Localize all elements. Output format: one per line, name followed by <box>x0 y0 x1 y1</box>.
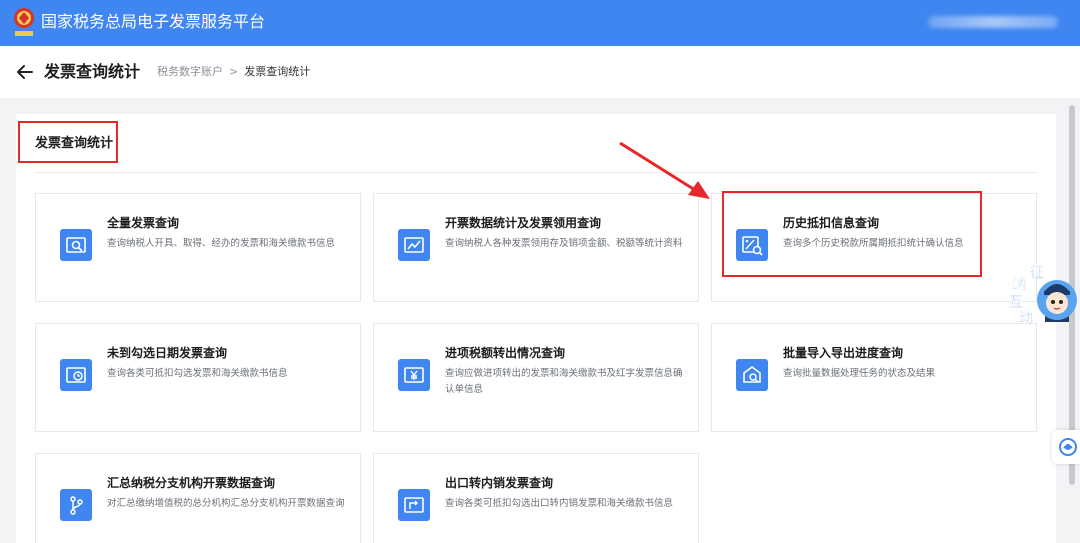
card-description: 查询各类可抵扣勾选发票和海关缴款书信息 <box>107 368 288 379</box>
top-bar: 国家税务总局电子发票服务平台 <box>0 0 1080 46</box>
annotation-highlight-card <box>722 191 982 277</box>
card-title: 汇总纳税分支机构开票数据查询 <box>107 476 276 490</box>
invoice-search-icon <box>60 229 92 261</box>
assistant-char: 征 <box>1030 265 1044 281</box>
branch-icon <box>60 489 92 521</box>
card-invoice-statistics[interactable]: 开票数据统计及发票领用查询 查询纳税人各种发票领用存及销项金额、税额等统计资料 <box>373 193 699 302</box>
customer-service-button[interactable] <box>1052 430 1080 464</box>
breadcrumb-item-current: 发票查询统计 <box>244 65 311 78</box>
card-branch-invoice-query[interactable]: 汇总纳税分支机构开票数据查询 对汇总缴纳增值税的总分机构汇总分支机构开票数据查询 <box>35 453 361 543</box>
card-description: 查询各类可抵扣勾选出口转内销发票和海关缴款书信息 <box>445 498 674 509</box>
card-input-tax-transfer-query[interactable]: 进项税额转出情况查询 查询应做进项转出的发票和海关缴款书及红字发票信息确认单信息 <box>373 323 699 432</box>
card-title: 全量发票查询 <box>107 216 180 230</box>
annotation-highlight-section <box>18 121 118 163</box>
tax-assistant-widget[interactable]: 征 纳 互 动 <box>1007 262 1080 328</box>
card-description: 对汇总缴纳增值税的总分机构汇总分支机构开票数据查询 <box>107 498 345 509</box>
card-pending-selection-query[interactable]: 未到勾选日期发票查询 查询各类可抵扣勾选发票和海关缴款书信息 <box>35 323 361 432</box>
user-info-blurred[interactable] <box>928 16 1058 28</box>
card-description: 查询应做进项转出的发票和海关缴款书及红字发票信息确认单信息 <box>445 368 683 395</box>
card-batch-progress-query[interactable]: 批量导入导出进度查询 查询批量数据处理任务的状态及结果 <box>711 323 1037 432</box>
arrow-left-icon[interactable] <box>15 62 35 82</box>
export-return-icon <box>398 489 430 521</box>
breadcrumb: 税务数字账户 > 发票查询统计 <box>157 65 310 79</box>
card-title: 出口转内销发票查询 <box>445 476 554 490</box>
customer-service-icon <box>1059 438 1077 456</box>
page-header: 发票查询统计 税务数字账户 > 发票查询统计 <box>0 46 1080 98</box>
invoice-clock-icon <box>60 359 92 391</box>
card-description: 查询纳税人开具、取得、经办的发票和海关缴款书信息 <box>107 238 336 249</box>
card-description: 查询纳税人各种发票领用存及销项金额、税额等统计资料 <box>445 238 683 249</box>
card-description: 查询批量数据处理任务的状态及结果 <box>783 368 936 379</box>
app-title: 国家税务总局电子发票服务平台 <box>41 12 266 31</box>
assistant-char: 动 <box>1019 311 1033 327</box>
card-full-invoice-query[interactable]: 全量发票查询 查询纳税人开具、取得、经办的发票和海关缴款书信息 <box>35 193 361 302</box>
card-title: 进项税额转出情况查询 <box>445 346 566 360</box>
breadcrumb-separator: > <box>229 65 239 78</box>
assistant-char: 纳 <box>1012 277 1026 293</box>
yen-transfer-icon <box>398 359 430 391</box>
tax-emblem-icon <box>14 8 34 36</box>
section-divider <box>35 172 1037 173</box>
card-export-to-domestic-query[interactable]: 出口转内销发票查询 查询各类可抵扣勾选出口转内销发票和海关缴款书信息 <box>373 453 699 543</box>
card-title: 未到勾选日期发票查询 <box>107 346 228 360</box>
breadcrumb-item-tax-account[interactable]: 税务数字账户 <box>157 65 223 79</box>
page-title: 发票查询统计 <box>44 62 141 81</box>
card-title: 批量导入导出进度查询 <box>783 346 904 360</box>
invoice-chart-icon <box>398 229 430 261</box>
card-title: 开票数据统计及发票领用查询 <box>445 216 602 230</box>
import-export-search-icon <box>736 359 768 391</box>
